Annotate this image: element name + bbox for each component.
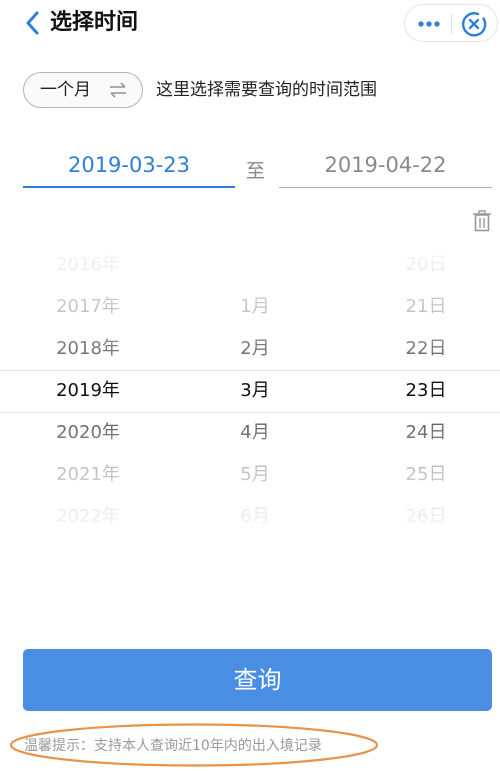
day-option[interactable]: 23日 <box>343 370 500 412</box>
year-option[interactable]: 2021年 <box>5 454 171 496</box>
close-circle-icon <box>461 12 487 37</box>
day-option[interactable]: 25日 <box>343 454 500 496</box>
close-button[interactable] <box>459 9 489 39</box>
year-option[interactable]: 2019年 <box>5 370 171 412</box>
year-option[interactable]: 2017年 <box>5 286 171 328</box>
year-column[interactable]: 2016年 2017年 2018年 2019年 2020年 2021年 2022年 <box>5 244 171 538</box>
date-separator: 至 <box>246 160 266 182</box>
day-column[interactable]: 20日 21日 22日 23日 24日 25日 26日 <box>343 244 500 538</box>
range-hint: 这里选择需要查询的时间范围 <box>156 80 377 100</box>
end-date-field[interactable]: 2019-04-22 <box>279 144 492 188</box>
year-option[interactable]: 2016年 <box>5 244 171 286</box>
mini-program-capsule <box>404 4 498 42</box>
start-date-field[interactable]: 2019-03-23 <box>23 144 235 188</box>
more-button[interactable] <box>413 9 445 39</box>
range-selector[interactable]: 一个月 <box>23 72 143 108</box>
tip-text: 温馨提示：支持本人查询近10年内的出入境记录 <box>24 738 322 754</box>
query-button[interactable]: 查询 <box>23 649 492 711</box>
day-option[interactable]: 22日 <box>343 328 500 370</box>
header-bar: 选择时间 <box>0 0 500 48</box>
month-option[interactable]: 5月 <box>172 454 338 496</box>
swap-arrows-icon <box>110 82 126 98</box>
year-option[interactable]: 2020年 <box>5 412 171 454</box>
month-column[interactable]: 1月 2月 3月 4月 5月 6月 <box>172 244 338 538</box>
trash-icon[interactable] <box>472 210 492 232</box>
day-option[interactable]: 26日 <box>343 496 500 538</box>
chevron-left-icon <box>26 11 39 35</box>
month-option[interactable] <box>172 244 338 286</box>
year-option[interactable]: 2018年 <box>5 328 171 370</box>
date-picker-wheel[interactable]: 2016年 2017年 2018年 2019年 2020年 2021年 2022年 1月 2月… <box>0 244 500 538</box>
day-option[interactable]: 24日 <box>343 412 500 454</box>
month-option[interactable]: 3月 <box>172 370 338 412</box>
page-title: 选择时间 <box>50 10 139 35</box>
day-option[interactable]: 21日 <box>343 286 500 328</box>
month-option[interactable]: 1月 <box>172 286 338 328</box>
month-option[interactable]: 2月 <box>172 328 338 370</box>
more-dots-icon <box>418 21 440 27</box>
day-option[interactable]: 20日 <box>343 244 500 286</box>
back-button[interactable] <box>20 8 50 38</box>
range-label: 一个月 <box>40 80 91 100</box>
year-option[interactable]: 2022年 <box>5 496 171 538</box>
capsule-divider <box>451 14 452 34</box>
month-option[interactable]: 6月 <box>172 496 338 538</box>
month-option[interactable]: 4月 <box>172 412 338 454</box>
